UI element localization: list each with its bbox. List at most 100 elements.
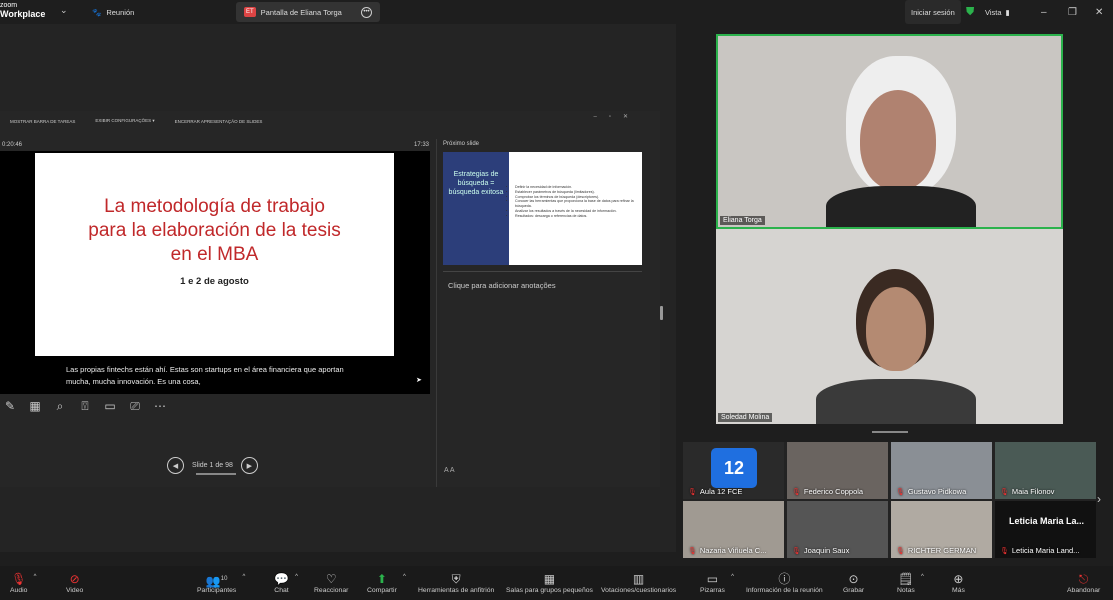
previous-slide-icon[interactable]: ◀ (167, 457, 184, 474)
notes-button[interactable]: 🗒 Notas ^ (897, 572, 924, 594)
tab-meeting[interactable]: 🐾 Reunión (84, 2, 142, 22)
mic-muted-icon: 🎙 (896, 488, 905, 496)
slide-title-line: en el MBA (170, 244, 259, 265)
participant-name: 🎙 Gustavo Pidkowa (893, 486, 969, 497)
gallery-tile[interactable]: 🎙 Federico Coppola (787, 442, 888, 499)
participant-name-label: RICHTER GERMAN (907, 546, 977, 555)
next-slide-title: Estrategias de búsqueda = búsqueda exito… (443, 152, 509, 265)
info-icon: ⓘ (778, 572, 791, 586)
shield-icon: ⛨ (451, 572, 461, 586)
logo-bottom-text: Workplace (0, 9, 46, 19)
mic-muted-icon: 🎙 (792, 488, 801, 496)
presenter-toolbar: MOSTRAR BARRA DE TAREAS EXIBIR CONFIGURA… (0, 111, 660, 131)
mic-muted-icon: 🎙 (792, 547, 801, 555)
meeting-info-button[interactable]: ⓘ Información de la reunión (746, 572, 823, 594)
avatar-badge: ET (244, 7, 256, 17)
slide-title-line: para la elaboración de la tesis (88, 220, 341, 241)
resize-handle[interactable] (660, 306, 663, 320)
info-label: Información de la reunión (746, 587, 823, 594)
close-icon[interactable]: ✕ (1095, 0, 1103, 24)
presenter-window-controls[interactable]: –▫✕ (594, 113, 641, 120)
sign-in-button[interactable]: Iniciar sesión (905, 0, 961, 24)
grid-icon[interactable]: ▦ (27, 399, 43, 414)
restore-icon[interactable]: ❐ (1068, 0, 1077, 24)
participant-name: 🎙 Leticia Maria Land... (997, 545, 1082, 556)
host-tools-button[interactable]: ⛨ Herramientas de anfitrión (418, 572, 494, 594)
current-slide[interactable]: La metodología de trabajo para la elabor… (35, 153, 394, 356)
slide-counter: Slide 1 de 98 (192, 462, 233, 469)
polls-label: Votaciones/cuestionarios (601, 587, 677, 594)
chevron-right-icon[interactable]: › (1097, 492, 1101, 506)
leave-button[interactable]: ⎋ Abandonar (1067, 572, 1100, 594)
record-label: Grabar (843, 587, 865, 594)
tab-screen-share-label: Pantalla de Eliana Torga (260, 7, 342, 17)
react-button[interactable]: ♡ Reaccionar (314, 572, 348, 594)
polls-button[interactable]: ▥ Votaciones/cuestionarios (601, 572, 676, 594)
paw-icon: 🐾 (92, 7, 102, 17)
taskbar-button[interactable]: MOSTRAR BARRA DE TAREAS (10, 119, 75, 124)
view-button[interactable]: Vista ▮ (985, 0, 1010, 24)
subtitles-icon[interactable]: ▭ (102, 399, 118, 414)
gallery-tile[interactable]: Leticia Maria La... 🎙 Leticia Maria Land.… (995, 501, 1096, 558)
whiteboards-button[interactable]: ▭ Pizarras ^ (700, 572, 734, 594)
list-item: Resultados: descarga o referencias de da… (515, 214, 639, 219)
video-tile-speaker[interactable]: Eliana Torga (716, 34, 1063, 229)
presenter-view: MOSTRAR BARRA DE TAREAS EXIBIR CONFIGURA… (0, 111, 660, 487)
more-options-icon[interactable]: ⋯ (152, 399, 168, 414)
font-size-icon[interactable]: A A (444, 467, 455, 474)
gallery-tile[interactable]: 🎙 Nazaria Viñuela C... (683, 501, 784, 558)
video-tile-participant[interactable]: Soledad Molina (716, 229, 1063, 424)
share-button[interactable]: ⬆ Compartir ^ (367, 572, 406, 594)
record-icon: ⊙ (848, 572, 859, 586)
chevron-down-icon[interactable]: ⌄ (60, 5, 68, 16)
next-slide-bullets: Definir la necesidad de información. Est… (515, 185, 639, 219)
notes-area[interactable]: Clique para adicionar anotações (448, 281, 556, 290)
record-button[interactable]: ⊙ Grabar (843, 572, 864, 594)
breakout-rooms-button[interactable]: ▦ Salas para grupos pequeños (506, 572, 593, 594)
breakout-label: Salas para grupos pequeños (506, 587, 593, 594)
mic-muted-icon: 🎙 (896, 547, 905, 555)
mic-muted-icon: 🎙 (1000, 547, 1009, 555)
video-button[interactable]: ⊘ Video (66, 572, 83, 594)
caret-up-icon[interactable]: ^ (403, 574, 406, 580)
settings-button[interactable]: EXIBIR CONFIGURAÇÕES ▾ (95, 118, 154, 124)
zoom-icon[interactable]: ⌕ (52, 399, 68, 414)
participant-name: 🎙 Nazaria Viñuela C... (685, 545, 769, 556)
caret-up-icon[interactable]: ^ (295, 574, 298, 580)
pointer-icon[interactable]: ⍔ (77, 399, 93, 414)
next-slide-preview[interactable]: Estrategias de búsqueda = búsqueda exito… (443, 152, 642, 265)
camera-icon[interactable]: ⎚ (127, 399, 143, 414)
caret-up-icon[interactable]: ^ (921, 574, 924, 580)
caret-up-icon[interactable]: ^ (242, 574, 245, 580)
gallery-tile[interactable]: 🎙 Gustavo Pidkowa (891, 442, 992, 499)
end-show-button[interactable]: ENCERRAR APRESENTAÇÃO DE SLIDES (175, 119, 263, 124)
participants-button[interactable]: 👥10 Participantes ^ (197, 572, 245, 594)
participant-name: 🎙 Federico Coppola (789, 486, 866, 497)
gallery-tile[interactable]: 12 🎙 Aula 12 FCE (683, 442, 784, 499)
participant-body (826, 186, 976, 227)
more-icon[interactable]: ••• (361, 6, 372, 18)
audio-button[interactable]: 🎙 Audio ^ (10, 572, 36, 594)
divider (436, 139, 437, 487)
more-button[interactable]: ⊕ Más (952, 572, 965, 594)
top-bar: zoom Workplace ⌄ 🐾 Reunión ET Pantalla d… (0, 0, 1113, 24)
pen-icon[interactable]: ✎ (2, 399, 18, 414)
chat-icon: 💬 (274, 572, 289, 586)
cursor-icon: ➤ (416, 377, 422, 384)
participant-name-label: Aula 12 FCE (699, 487, 743, 496)
caret-up-icon[interactable]: ^ (34, 574, 37, 580)
minimize-icon[interactable]: – (1041, 0, 1047, 24)
tab-screen-share[interactable]: ET Pantalla de Eliana Torga ••• (236, 2, 380, 22)
participant-face (866, 287, 926, 371)
chat-button[interactable]: 💬 Chat ^ (274, 572, 298, 594)
grid-icon: ▦ (543, 572, 556, 586)
next-slide-icon[interactable]: ▶ (240, 457, 258, 474)
gallery-tile[interactable]: 🎙 RICHTER GERMAN (891, 501, 992, 558)
shield-icon[interactable]: ⛊ (966, 0, 974, 24)
gallery-tile[interactable]: 🎙 Maia Filonov (995, 442, 1096, 499)
mic-muted-icon: 🎙 (11, 572, 27, 586)
caret-up-icon[interactable]: ^ (731, 574, 734, 580)
gallery-tile[interactable]: 🎙 Joaquin Saux (787, 501, 888, 558)
meeting-controls: 🎙 Audio ^ ⊘ Video 👥10 Participantes ^ 💬 Chat ^ … (0, 566, 1113, 600)
participant-name-label: Maia Filonov (1011, 487, 1055, 496)
